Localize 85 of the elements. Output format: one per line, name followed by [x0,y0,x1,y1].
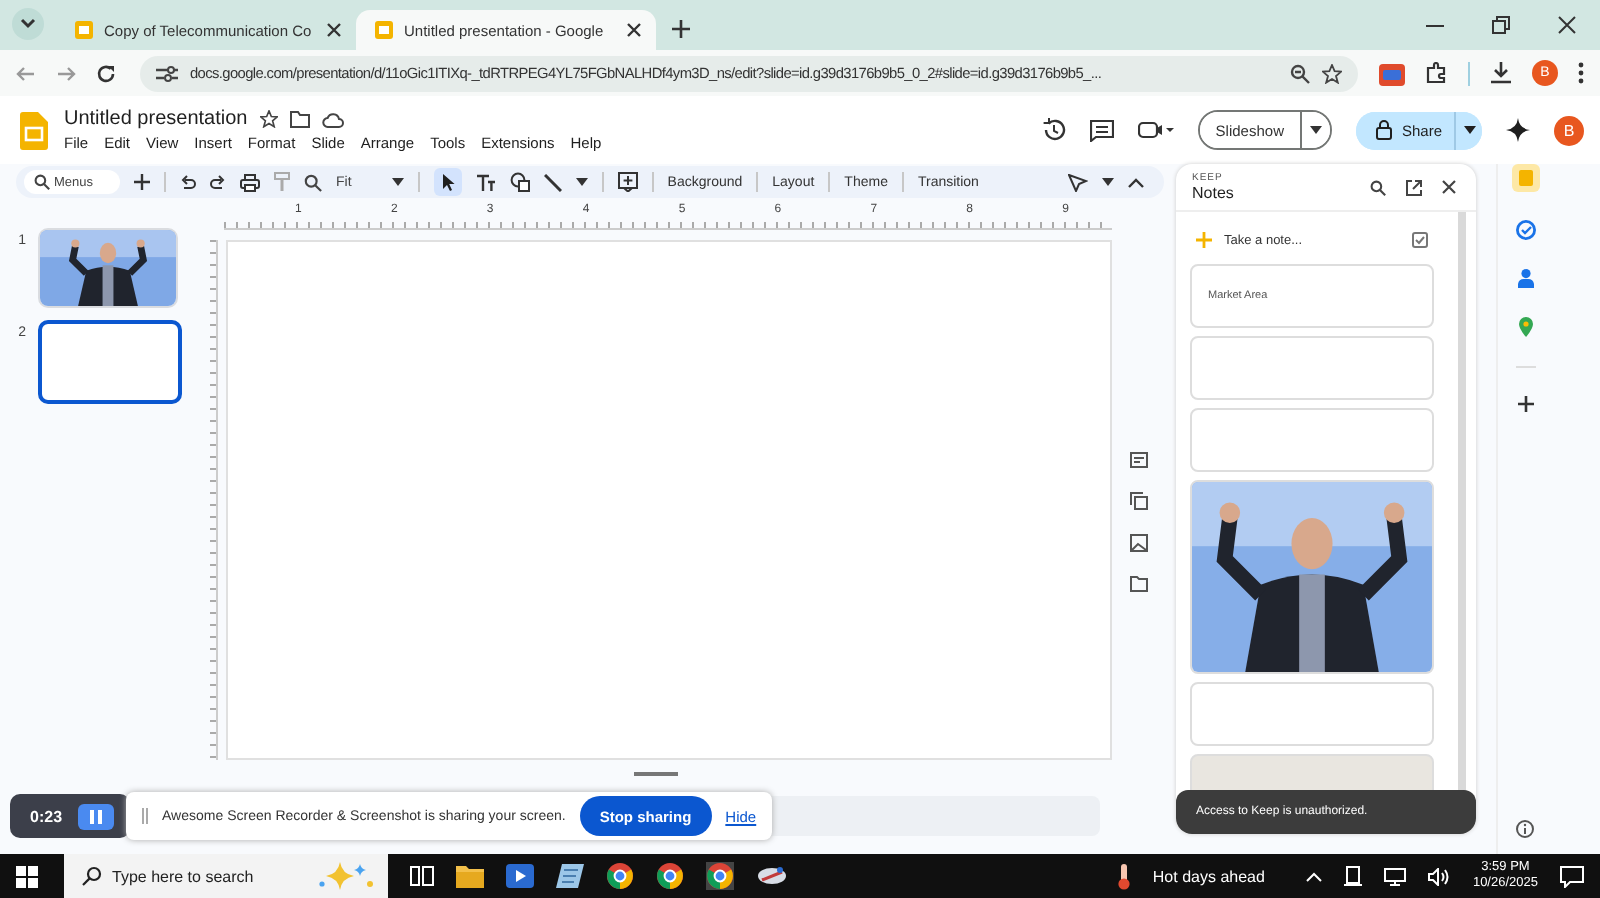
back-icon[interactable] [16,63,36,83]
zoom-icon[interactable] [1290,63,1310,83]
video-call-icon[interactable] [1137,120,1174,140]
caret-icon [20,18,36,30]
search-icon[interactable] [1370,179,1386,195]
undo-icon[interactable] [180,174,196,190]
lock-icon [1375,120,1392,140]
browser-icon[interactable] [606,862,634,890]
menu-icon[interactable] [1578,62,1584,84]
weather-text[interactable]: Hot days ahead [1152,867,1265,885]
zoom-icon[interactable] [304,173,322,191]
copy-icon[interactable] [1129,492,1147,510]
tab-search-button[interactable] [12,8,44,40]
caret-icon [391,178,404,186]
pause-icon [90,809,103,823]
search-icon [82,866,102,886]
sparkle-icon[interactable] [1506,118,1530,142]
network-icon[interactable] [1384,867,1407,885]
layout-icon[interactable] [1129,452,1147,468]
folder-icon[interactable] [1129,576,1147,592]
task-view-icon[interactable] [410,866,434,886]
person-icon[interactable] [1517,268,1533,288]
add-comment-icon[interactable] [617,172,638,192]
select-tool-icon[interactable] [433,168,462,196]
file-folder-icon[interactable] [456,864,484,888]
open-in-new-icon[interactable] [1406,179,1422,195]
info-icon[interactable] [1516,820,1534,838]
chevron-up-icon[interactable] [1306,871,1323,881]
close-icon[interactable] [326,22,342,38]
text-box-icon[interactable] [475,173,496,191]
tasks-icon[interactable] [1515,220,1535,240]
slides-logo-icon [20,111,48,149]
add-icon [1196,232,1212,248]
add-icon[interactable] [134,174,150,190]
sparkle-drawing [316,860,376,892]
add-icon[interactable] [1517,396,1533,412]
slides-icon [74,20,94,40]
shapes-icon[interactable] [509,172,530,192]
forward-icon[interactable] [56,63,76,83]
reload-icon[interactable] [96,63,116,83]
site-settings-icon[interactable] [156,63,178,83]
video-player-icon[interactable] [506,864,534,888]
caret-icon[interactable] [575,178,588,186]
document-title[interactable]: Untitled presentation [64,108,248,130]
notification-icon[interactable] [1560,865,1584,887]
folder-icon[interactable] [289,110,310,128]
taskbar-search-field[interactable]: Type here to search [64,854,388,898]
redo-icon[interactable] [210,174,226,190]
device-icon[interactable] [1344,866,1363,886]
recording-time: 0:23 [30,807,63,825]
caret-icon [1309,126,1322,134]
close-icon[interactable] [1442,180,1456,194]
line-icon[interactable] [543,173,562,191]
extensions-icon[interactable] [1426,62,1448,84]
caret-icon [1463,126,1475,134]
volume-icon[interactable] [1428,867,1451,885]
restore-icon[interactable] [1492,16,1510,34]
user-avatar[interactable]: B [1554,115,1584,145]
browser-icon[interactable] [706,862,734,890]
search-icon [34,174,50,190]
windows-start-icon[interactable] [16,865,38,887]
recorder-extension-icon[interactable] [1378,59,1406,87]
slides-icon [374,20,394,40]
slide-thumbnail[interactable] [38,320,182,404]
history-icon[interactable] [1041,118,1066,142]
map-pin-icon[interactable] [1517,316,1533,338]
drag-handle-icon[interactable] [142,808,149,824]
checkbox-icon[interactable] [1412,232,1428,248]
print-icon[interactable] [240,173,260,191]
close-icon[interactable] [626,22,642,38]
pause-button[interactable] [78,803,115,829]
star-icon[interactable] [259,110,278,128]
collapse-icon[interactable] [1128,177,1144,187]
thermometer-icon [1118,863,1131,889]
browser-icon[interactable] [656,862,684,890]
notepad-icon[interactable] [556,864,584,888]
cloud-icon[interactable] [321,111,344,127]
close-icon[interactable] [1558,16,1576,34]
download-icon[interactable] [1490,62,1512,84]
panel-title: Notes [1192,184,1236,202]
comment-icon[interactable] [1089,119,1114,141]
new-tab-icon[interactable] [672,20,690,38]
caret-icon[interactable] [1102,178,1114,186]
star-icon[interactable] [1322,63,1342,83]
image-icon[interactable] [1129,534,1147,552]
